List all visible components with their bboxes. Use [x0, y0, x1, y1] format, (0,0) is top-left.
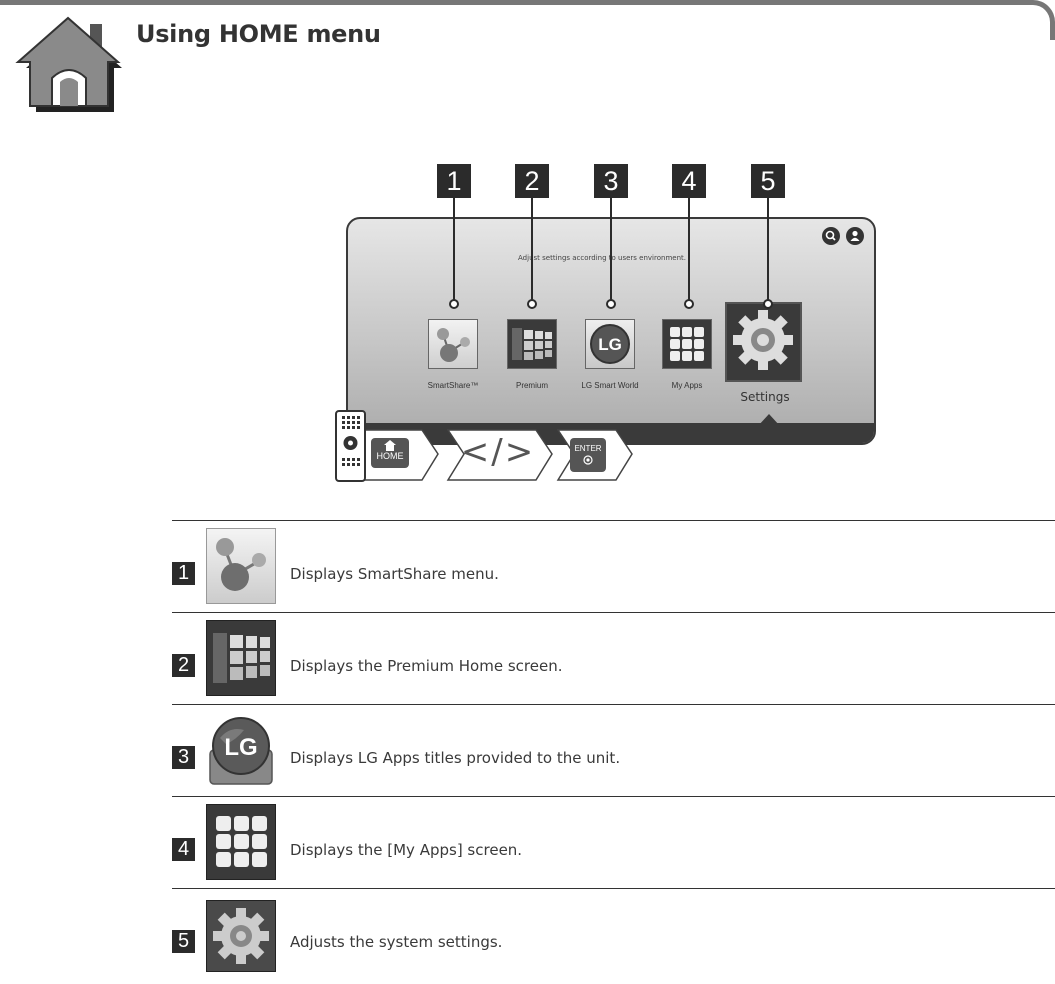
row-description-3: Displays LG Apps titles provided to the …	[290, 749, 621, 767]
svg-text:LG: LG	[598, 335, 622, 354]
row-description-4: Displays the [My Apps] screen.	[290, 841, 523, 859]
my-apps-icon	[206, 804, 276, 880]
callout-dot-1	[449, 299, 459, 309]
settings-tile[interactable]	[725, 302, 802, 382]
selection-pointer	[758, 414, 780, 426]
premium-tile[interactable]	[507, 319, 557, 369]
app-label-premium: Premium	[515, 381, 548, 390]
smartshare-icon	[206, 528, 276, 604]
page-title: Using HOME menu	[136, 20, 381, 48]
callout-dot-4	[684, 299, 694, 309]
smartshare-icon	[437, 328, 470, 362]
callout-line-5	[767, 198, 769, 302]
row-number-1: 1	[172, 562, 195, 585]
enter-key-label: ENTER	[574, 444, 602, 453]
callout-dot-3	[606, 299, 616, 309]
app-label-my-apps: My Apps	[671, 381, 703, 390]
table-rule	[172, 796, 1055, 797]
app-label-smartshare: SmartShare™	[427, 381, 479, 390]
callout-line-1	[453, 198, 455, 302]
premium-icon	[512, 328, 552, 360]
my-apps-icon	[670, 327, 704, 361]
enter-key: ENTER	[570, 438, 606, 472]
enter-circle-icon	[583, 455, 593, 465]
settings-label: Settings	[740, 390, 790, 404]
home-icon	[15, 16, 122, 112]
remote-control-icon	[335, 410, 366, 482]
callout-line-2	[531, 198, 533, 302]
premium-icon	[206, 620, 276, 696]
callout-5: 5	[751, 164, 785, 198]
row-number-4: 4	[172, 838, 195, 861]
table-rule	[172, 888, 1055, 889]
row-description-2: Displays the Premium Home screen.	[290, 657, 563, 675]
home-key: HOME	[371, 438, 409, 468]
user-icon[interactable]	[846, 227, 864, 245]
row-description-5: Adjusts the system settings.	[290, 933, 503, 951]
row-description-1: Displays SmartShare menu.	[290, 565, 499, 583]
callout-3: 3	[594, 164, 628, 198]
row-number-2: 2	[172, 654, 195, 677]
row-number-5: 5	[172, 930, 195, 953]
callout-dot-5	[763, 299, 773, 309]
callout-line-4	[688, 198, 690, 302]
svg-text:LG: LG	[224, 734, 257, 761]
table-rule	[172, 704, 1055, 705]
lg-smart-world-icon: LG	[590, 324, 630, 364]
my-apps-tile[interactable]	[662, 319, 712, 369]
callout-dot-2	[527, 299, 537, 309]
screen-hint-text: Adjust settings according to users envir…	[518, 254, 686, 262]
callout-1: 1	[437, 164, 471, 198]
callout-4: 4	[672, 164, 706, 198]
smartshare-tile[interactable]	[428, 319, 478, 369]
lg-smart-world-tile[interactable]: LG	[585, 319, 635, 369]
row-number-3: 3	[172, 746, 195, 769]
settings-icon	[206, 900, 276, 972]
callout-2: 2	[515, 164, 549, 198]
navigation-keys: </>	[460, 432, 536, 472]
home-key-label: HOME	[376, 451, 404, 461]
lg-smart-world-icon: LG	[206, 712, 276, 788]
table-rule	[172, 612, 1055, 613]
table-rule	[172, 520, 1055, 521]
search-icon[interactable]	[822, 227, 840, 245]
settings-icon	[733, 310, 793, 370]
callout-line-3	[610, 198, 612, 302]
